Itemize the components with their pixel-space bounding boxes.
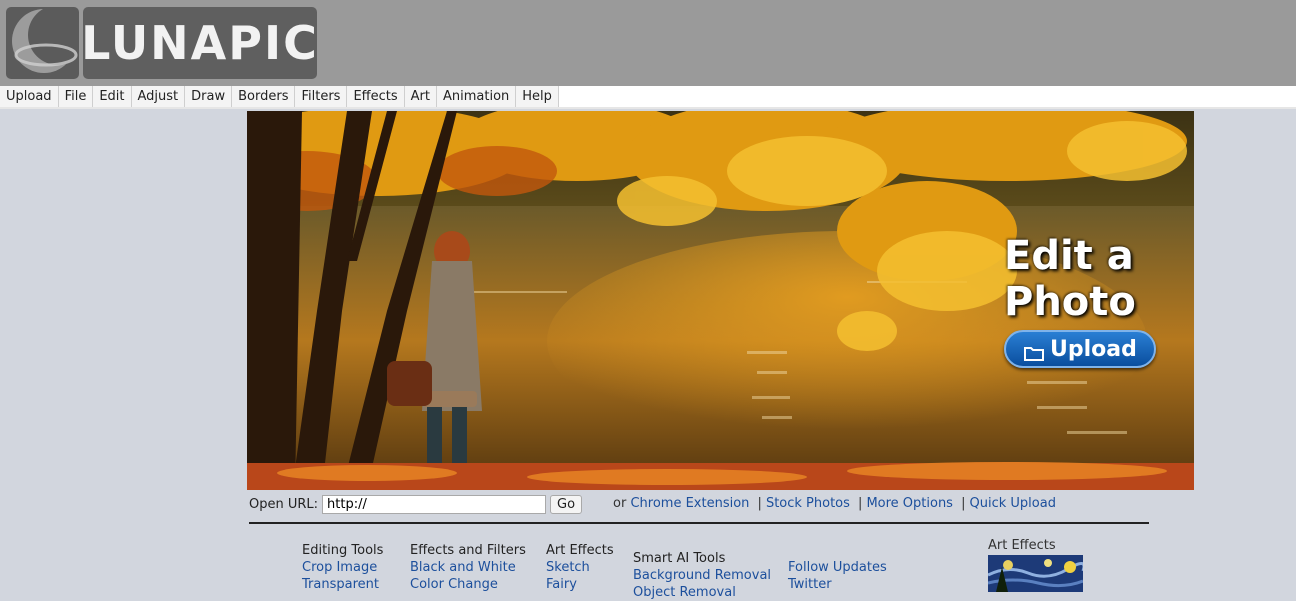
black-and-white-link[interactable]: Black and White	[410, 559, 526, 576]
link-separator: |	[757, 496, 762, 511]
logo-text: LUNAPIC	[81, 16, 319, 70]
menu-draw[interactable]: Draw	[185, 86, 233, 108]
menu-art[interactable]: Art	[404, 86, 437, 108]
menu-filters[interactable]: Filters	[295, 86, 348, 108]
open-url-row: Open URL: Go	[249, 494, 583, 514]
menu-upload[interactable]: Upload	[0, 86, 59, 108]
art-effects-column: Art Effects Sketch Fairy	[546, 542, 614, 593]
link-separator: |	[858, 496, 863, 511]
hero-title: Edit a Photo	[1004, 233, 1184, 325]
menu-adjust[interactable]: Adjust	[131, 86, 186, 108]
art-effects-col-title: Art Effects	[546, 543, 614, 558]
section-divider	[249, 522, 1149, 524]
hero-title-line1: Edit a	[1004, 233, 1134, 279]
crop-image-link[interactable]: Crop Image	[302, 559, 383, 576]
menu-borders[interactable]: Borders	[232, 86, 296, 108]
hero-upload-button[interactable]: Upload	[1004, 330, 1156, 368]
more-options-link[interactable]: More Options	[866, 496, 953, 511]
transparent-link[interactable]: Transparent	[302, 576, 383, 593]
color-change-link[interactable]: Color Change	[410, 576, 526, 593]
quick-upload-link[interactable]: Quick Upload	[970, 496, 1056, 511]
menu-animation[interactable]: Animation	[436, 86, 517, 108]
links-row: or Chrome Extension | Stock Photos | More …	[613, 494, 1056, 514]
url-input[interactable]	[322, 494, 547, 514]
link-separator: |	[961, 496, 966, 511]
links-prefix: or	[613, 496, 627, 511]
hero-upload-label: Upload	[1050, 336, 1137, 362]
menubar: Upload File Edit Adjust Draw Borders Fil…	[0, 86, 559, 109]
effects-filters-title: Effects and Filters	[410, 543, 526, 558]
art-effects-panel-title: Art Effects	[988, 538, 1056, 553]
effects-filters-column: Effects and Filters Black and White Colo…	[410, 542, 526, 593]
go-button[interactable]: Go	[550, 494, 583, 514]
stock-photos-link[interactable]: Stock Photos	[766, 496, 850, 511]
smart-ai-column: Smart AI Tools Background Removal Object…	[633, 550, 771, 601]
smart-ai-title: Smart AI Tools	[633, 551, 726, 566]
editing-tools-column: Editing Tools Crop Image Transparent	[302, 542, 383, 593]
background-removal-link[interactable]: Background Removal	[633, 567, 771, 584]
hero-title-line2: Photo	[1004, 279, 1136, 325]
chrome-extension-link[interactable]: Chrome Extension	[630, 496, 749, 511]
twitter-link[interactable]: Twitter	[788, 576, 887, 593]
object-removal-link[interactable]: Object Removal	[633, 584, 771, 601]
menu-file[interactable]: File	[58, 86, 94, 108]
sketch-link[interactable]: Sketch	[546, 559, 614, 576]
menu-help[interactable]: Help	[516, 86, 559, 108]
follow-column: Follow Updates Twitter	[788, 559, 887, 593]
editing-tools-title: Editing Tools	[302, 543, 384, 558]
menu-edit[interactable]: Edit	[93, 86, 132, 108]
starry-night-thumbnail[interactable]	[988, 555, 1083, 592]
logo[interactable]: LUNAPIC	[81, 7, 319, 79]
open-url-label: Open URL:	[249, 496, 319, 512]
fairy-link[interactable]: Fairy	[546, 576, 614, 593]
menubar-divider	[0, 107, 1296, 109]
folder-icon	[1024, 342, 1044, 361]
follow-updates-link[interactable]: Follow Updates	[788, 559, 887, 576]
header: LUNAPIC	[0, 0, 1296, 86]
logo-crescent-icon[interactable]	[6, 7, 79, 79]
menu-effects[interactable]: Effects	[347, 86, 405, 108]
